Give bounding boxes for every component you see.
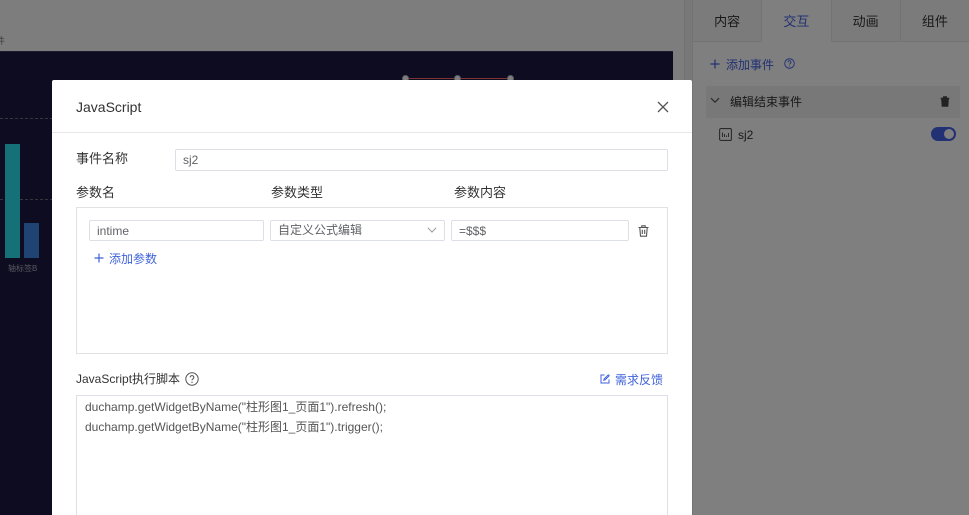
- feedback-link[interactable]: 需求反馈: [600, 371, 663, 387]
- plus-icon: [94, 253, 104, 263]
- chevron-down-icon: [427, 227, 437, 233]
- help-circle-icon[interactable]: [185, 372, 199, 386]
- dialog-title: JavaScript: [76, 99, 142, 115]
- close-icon[interactable]: [657, 101, 669, 113]
- feedback-label: 需求反馈: [615, 372, 664, 387]
- param-type-value: 自定义公式编辑: [278, 223, 363, 237]
- code-line: duchamp.getWidgetByName("柱形图1_页面1").refr…: [85, 400, 387, 414]
- param-name-header: 参数名: [76, 185, 116, 200]
- param-content-header: 参数内容: [454, 185, 507, 200]
- trash-icon[interactable]: [638, 225, 649, 237]
- code-line: duchamp.getWidgetByName("柱形图1_页面1").trig…: [85, 420, 383, 434]
- dialog-header: JavaScript: [52, 80, 692, 133]
- add-param-label: 添加参数: [109, 251, 158, 266]
- script-editor[interactable]: duchamp.getWidgetByName("柱形图1_页面1").refr…: [76, 395, 668, 515]
- param-name-input[interactable]: [89, 220, 264, 241]
- script-label: JavaScript执行脚本: [76, 372, 181, 386]
- params-table: 自定义公式编辑 添加参数: [76, 207, 668, 354]
- param-type-select[interactable]: 自定义公式编辑: [270, 220, 445, 241]
- add-param-button[interactable]: 添加参数: [94, 250, 157, 266]
- param-content-input[interactable]: [451, 220, 629, 241]
- event-name-input[interactable]: [175, 149, 668, 171]
- edit-icon: [600, 374, 610, 384]
- event-name-label: 事件名称: [76, 151, 129, 166]
- javascript-dialog: JavaScript 事件名称 参数名 参数类型 参数内容 自定义公式编辑 添加…: [52, 80, 692, 515]
- param-type-header: 参数类型: [271, 185, 324, 200]
